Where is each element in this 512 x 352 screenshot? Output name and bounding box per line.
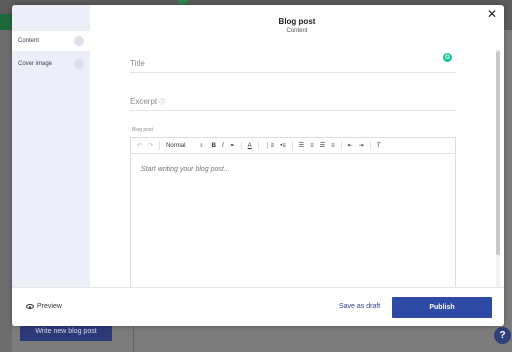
text-color-icon[interactable]: A [248,143,252,149]
save-as-draft-button[interactable]: Save as draft [339,303,380,310]
modal-sidebar: Content Cover image [12,5,90,287]
scrollbar-thumb[interactable] [496,51,500,255]
background-sidebar [0,30,12,352]
align-justify-icon[interactable]: ≡ [331,143,335,149]
title-placeholder: Title [130,59,145,68]
redo-icon[interactable]: ↷ [148,142,153,149]
close-icon[interactable]: ✕ [487,8,497,20]
sidebar-item-cover-image[interactable]: Cover image [12,54,90,74]
modal-subtitle: Content [286,28,308,34]
eye-icon [26,304,34,309]
preview-label: Preview [37,303,62,310]
excerpt-placeholder: Excerpt ⓘ [130,97,166,106]
undo-icon[interactable]: ↶ [137,142,142,149]
preview-button[interactable]: Preview [26,303,62,310]
toolbar-divider [369,141,371,150]
publish-button[interactable]: Publish [392,297,492,318]
select-arrows-icon: ⇕ [199,142,204,149]
sidebar-item-label: Content [18,38,40,44]
toolbar-divider [240,141,242,150]
sidebar-item-content[interactable]: Content [12,31,90,51]
editor-toolbar: ↶ ↷ Normal ⇕ B I ⚭ A ⋮≡ •≡ ☰ ≡ ☰ ≡ ⇤ ⇥ T [131,138,455,154]
modal-footer: Preview Save as draft Publish [12,287,504,326]
bold-icon[interactable]: B [212,143,216,149]
bullet-list-icon[interactable]: •≡ [280,143,286,149]
title-field[interactable]: Title [130,59,456,73]
indent-icon[interactable]: ⇥ [359,142,364,149]
help-button[interactable]: ? [494,327,511,344]
toolbar-divider [340,141,342,150]
align-right-icon[interactable]: ☰ [320,142,325,149]
editor-label: Blog post [132,127,153,133]
toolbar-divider [291,141,293,150]
editor-placeholder: Start writing your blog post... [141,166,230,173]
outdent-icon[interactable]: ⇤ [348,142,353,149]
blog-post-modal: Content Cover image Blog post Content ✕ … [12,5,504,326]
background-nav-accent [0,14,12,30]
excerpt-field[interactable]: Excerpt ⓘ [130,97,456,111]
ordered-list-icon[interactable]: ⋮≡ [265,142,275,149]
grammarly-icon[interactable]: G [443,53,452,62]
info-icon[interactable]: ⓘ [159,97,165,106]
italic-icon[interactable]: I [222,143,224,149]
rich-text-editor[interactable]: ↶ ↷ Normal ⇕ B I ⚭ A ⋮≡ •≡ ☰ ≡ ☰ ≡ ⇤ ⇥ T … [130,137,456,292]
toolbar-divider [159,141,161,150]
align-center-icon[interactable]: ≡ [310,143,314,149]
step-status-icon [74,36,84,46]
format-select[interactable]: Normal ⇕ [166,143,204,149]
toolbar-divider [257,141,259,150]
align-left-icon[interactable]: ☰ [299,142,304,149]
background-divider [133,326,134,352]
modal-title: Blog post [278,17,316,26]
clear-format-icon[interactable]: T [377,143,381,149]
sidebar-item-label: Cover image [18,61,53,67]
link-icon[interactable]: ⚭ [230,142,235,149]
step-status-icon [74,59,84,69]
modal-header: Blog post Content [90,5,504,45]
